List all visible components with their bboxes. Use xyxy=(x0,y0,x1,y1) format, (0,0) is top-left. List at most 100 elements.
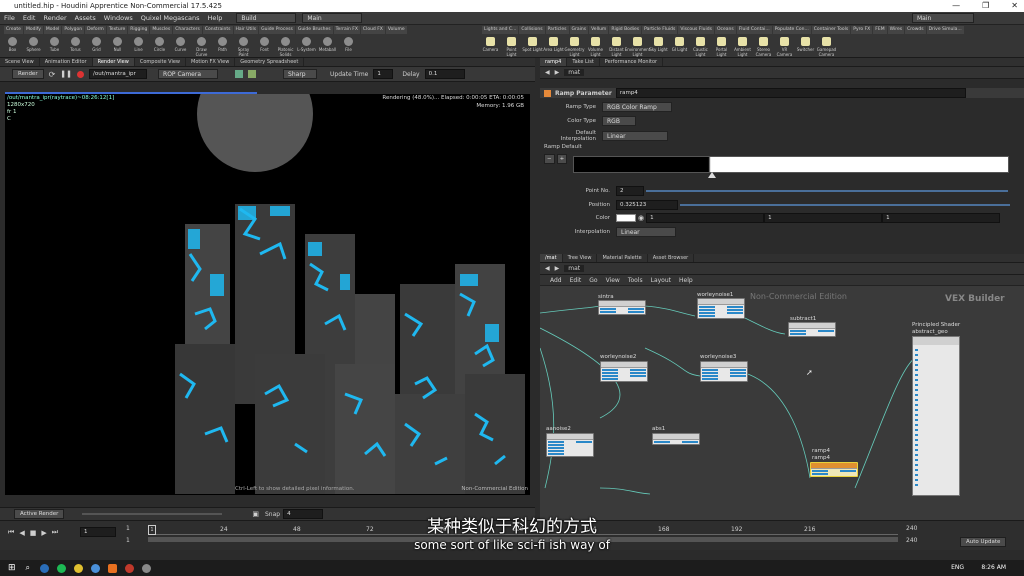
shelf-tool-tools_right-13[interactable]: Stereo Camera xyxy=(753,35,774,57)
shelf-tool-tools_left-8[interactable]: Curve xyxy=(170,35,191,57)
shelf-tab-right-4[interactable]: Vellum xyxy=(589,26,609,34)
shelf-tab-right-14[interactable]: Wires xyxy=(887,26,905,34)
ramp-type-select[interactable]: RGB Color Ramp xyxy=(602,102,672,112)
net-back-icon[interactable]: ◀ xyxy=(545,265,550,272)
layout-select[interactable]: Main xyxy=(302,13,363,23)
shelf-tab-left-6[interactable]: Rigging xyxy=(128,26,150,34)
shelf-tool-tools_right-5[interactable]: Volume Light xyxy=(585,35,606,57)
tab-performance-monitor[interactable]: Performance Monitor xyxy=(600,58,664,66)
menu-windows[interactable]: Windows xyxy=(100,14,137,22)
node-worleynoise3[interactable] xyxy=(700,361,748,382)
menu-render[interactable]: Render xyxy=(39,14,70,22)
shelf-tool-tools_left-11[interactable]: Spray Paint xyxy=(233,35,254,57)
node-principled-shader[interactable] xyxy=(912,336,960,496)
shelf-tool-tools_right-0[interactable]: Camera xyxy=(480,35,501,57)
net-menu-view[interactable]: View xyxy=(606,277,620,284)
shelf-tab-right-9[interactable]: Fluid Contai... xyxy=(736,26,772,34)
shelf-tool-tools_left-3[interactable]: Torus xyxy=(65,35,86,57)
net-menu-edit[interactable]: Edit xyxy=(570,277,582,284)
shelf-tab-left-3[interactable]: Polygon xyxy=(62,26,85,34)
shelf-tool-tools_right-9[interactable]: GI Light xyxy=(669,35,690,57)
render-button[interactable]: Render xyxy=(12,69,44,79)
color-swatch[interactable] xyxy=(616,214,636,222)
node-sintra[interactable] xyxy=(598,300,646,315)
shelf-tool-tools_left-15[interactable]: Metaball xyxy=(317,35,338,57)
shelf-tool-tools_left-2[interactable]: Tube xyxy=(44,35,65,57)
shelf-tool-tools_right-14[interactable]: VR Camera xyxy=(774,35,795,57)
houdini-icon[interactable] xyxy=(108,563,118,573)
point-slider[interactable] xyxy=(646,190,1008,192)
close-button[interactable]: ✕ xyxy=(1011,1,1018,10)
color-b-field[interactable]: 1 xyxy=(882,213,1001,223)
maximize-button[interactable]: ❐ xyxy=(982,1,989,10)
tab-animation-editor[interactable]: Animation Editor xyxy=(40,58,93,66)
node-abs1[interactable] xyxy=(652,433,700,445)
update-time-field[interactable]: 1 xyxy=(373,69,394,79)
shelf-tool-tools_right-1[interactable]: Point Light xyxy=(501,35,522,57)
shelf-tool-tools_right-7[interactable]: Environment Light xyxy=(625,35,650,57)
shelf-tab-left-13[interactable]: Terrain FX xyxy=(333,26,360,34)
shelf-tool-tools_left-1[interactable]: Sphere xyxy=(23,35,44,57)
windows-start-icon[interactable]: ⊞ xyxy=(8,563,16,573)
shelf-tab-left-8[interactable]: Characters xyxy=(173,26,202,34)
tab-scene-view[interactable]: Scene View xyxy=(0,58,40,66)
shelf-tab-left-14[interactable]: Cloud FX xyxy=(360,26,385,34)
color-g-field[interactable]: 1 xyxy=(764,213,883,223)
app-icon-2[interactable] xyxy=(125,563,135,573)
shelf-tab-right-1[interactable]: Collisions xyxy=(519,26,545,34)
shelf-tab-left-4[interactable]: Deform xyxy=(85,26,106,34)
network-path[interactable]: mat xyxy=(564,69,585,76)
tab-geometry-spreadsheet[interactable]: Geometry Spreadsheet xyxy=(235,58,305,66)
delay-field[interactable]: 0.1 xyxy=(424,69,465,79)
point-field[interactable]: 2 xyxy=(616,186,644,196)
ramp-add-button[interactable]: + xyxy=(556,154,568,164)
default-interp-select[interactable]: Linear xyxy=(602,131,668,141)
shelf-tab-left-12[interactable]: Guide Brushes xyxy=(295,26,333,34)
app-icon-1[interactable] xyxy=(91,563,101,573)
menu-quixel[interactable]: Quixel Megascans xyxy=(137,14,204,22)
node-ramp4[interactable] xyxy=(810,462,858,477)
shelf-tab-left-9[interactable]: Constraints xyxy=(202,26,233,34)
color-type-select[interactable]: RGB xyxy=(602,116,636,126)
tab-asset-browser[interactable]: Asset Browser xyxy=(648,254,695,262)
app-icon-3[interactable] xyxy=(142,563,152,573)
shelf-tab-right-0[interactable]: Lights and C... xyxy=(482,26,519,34)
shelf-tab-right-3[interactable]: Grains xyxy=(569,26,589,34)
shelf-tab-left-11[interactable]: Guide Process xyxy=(259,26,295,34)
net-menu-tools[interactable]: Tools xyxy=(628,277,643,284)
forward-arrow-icon[interactable]: ▶ xyxy=(555,69,560,76)
tab-composite-view[interactable]: Composite View xyxy=(135,58,186,66)
shelf-tool-tools_right-2[interactable]: Spot Light xyxy=(522,35,543,57)
clock[interactable]: 8:26 AM xyxy=(981,564,1006,571)
shelf-tool-tools_left-14[interactable]: L-System xyxy=(296,35,317,57)
back-arrow-icon[interactable]: ◀ xyxy=(545,69,550,76)
shelf-tool-tools_right-10[interactable]: Caustic Light xyxy=(690,35,711,57)
shelf-tab-right-11[interactable]: Container Tools xyxy=(811,26,851,34)
network-path-field[interactable]: mat xyxy=(564,265,585,272)
shelf-tab-right-15[interactable]: Crowds xyxy=(905,26,926,34)
shelf-tab-left-5[interactable]: Texture xyxy=(106,26,128,34)
render-viewport[interactable]: /out/mantra_ipr(raytrace)~08:26:12[1] 12… xyxy=(5,94,530,495)
menu-help[interactable]: Help xyxy=(204,14,227,22)
node-subtract1[interactable] xyxy=(788,322,836,337)
taskview-icon[interactable] xyxy=(40,563,50,573)
tab-ramp4[interactable]: ramp4 xyxy=(540,58,568,66)
search-icon[interactable]: ⌕ xyxy=(26,563,30,573)
position-field[interactable]: 0.325123 xyxy=(616,200,678,210)
position-slider[interactable] xyxy=(680,204,1010,206)
shelf-tool-tools_right-3[interactable]: Area Light xyxy=(543,35,564,57)
shelf-tab-right-12[interactable]: Pyro FX xyxy=(851,26,873,34)
net-forward-icon[interactable]: ▶ xyxy=(555,265,560,272)
shelf-tool-tools_left-9[interactable]: Draw Curve xyxy=(191,35,212,57)
net-menu-add[interactable]: Add xyxy=(550,277,562,284)
menu-assets[interactable]: Assets xyxy=(71,14,100,22)
shelf-tool-tools_right-8[interactable]: Sky Light xyxy=(648,35,669,57)
shelf-tab-right-8[interactable]: Oceans xyxy=(714,26,736,34)
tab-tree-view[interactable]: Tree View xyxy=(563,254,598,262)
shelf-tool-tools_left-12[interactable]: Font xyxy=(254,35,275,57)
menu-file[interactable]: File xyxy=(0,14,19,22)
net-menu-help[interactable]: Help xyxy=(679,277,693,284)
shelf-tab-right-7[interactable]: Viscous Fluids xyxy=(678,26,714,34)
shelf-tab-left-1[interactable]: Modify xyxy=(23,26,43,34)
desktop-select[interactable]: Build xyxy=(236,13,297,23)
